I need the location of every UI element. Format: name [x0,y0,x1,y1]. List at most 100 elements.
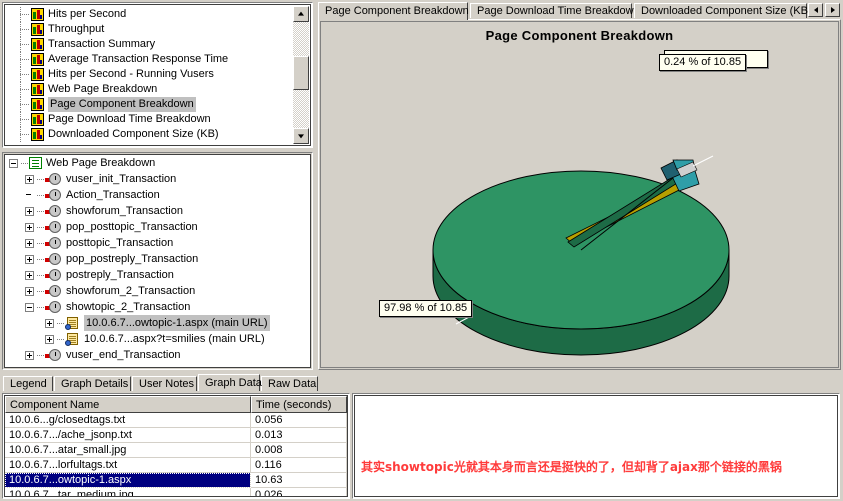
chart-icon [31,98,44,111]
list-item-label: Average Transaction Response Time [48,53,229,65]
transaction-icon [45,252,62,266]
tab-page-component-breakdown[interactable]: Page Component Breakdown [318,2,469,20]
tree-node[interactable]: showforum_2_Transaction [5,283,310,299]
tree-connector [37,299,45,315]
graph-data-grid[interactable]: Component Name Time (seconds) 10.0.6...g… [2,393,350,499]
expand-toggle[interactable] [25,254,34,264]
slice-callout-97-98[interactable]: 97.98 % of 10.85 [379,300,473,317]
cell-time: 0.116 [251,458,347,473]
cell-component-name: 10.0.6.7...lorfultags.txt [5,458,251,473]
expand-toggle[interactable] [25,174,34,184]
tree-connector [9,67,31,82]
tree-node-label: vuser_end_Transaction [66,349,181,361]
tree-node[interactable]: vuser_end_Transaction [5,347,310,363]
tab-legend[interactable]: Legend [3,376,53,391]
column-header-time[interactable]: Time (seconds) [251,396,347,413]
bottom-panel: Legend Graph Details User Notes Graph Da… [0,374,843,501]
tree-node-label: posttopic_Transaction [66,237,174,249]
expand-toggle[interactable] [25,238,34,248]
tree-node-label: postreply_Transaction [66,269,174,281]
tab-label: User Notes [139,378,195,390]
table-row[interactable]: 10.0.6.7...atar_small.jpg 0.008 [5,443,347,458]
list-item[interactable]: Hits per Second [7,7,291,22]
expand-toggle[interactable] [25,286,34,296]
column-header-component-name[interactable]: Component Name [5,396,251,413]
page-icon [65,332,80,346]
expand-toggle[interactable] [45,334,54,344]
tab-label: Raw Data [268,378,317,390]
expand-toggle[interactable] [45,318,54,328]
slice-callout-label: 0.24 % of 10.85 [664,56,742,68]
pie-chart[interactable]: 0.24 % of 10.85 97.98 % of 10.85 [321,48,838,367]
list-item[interactable]: Transaction Summary [7,37,291,52]
tree-connector [37,171,45,187]
tab-user-notes[interactable]: User Notes [132,376,197,391]
cell-time: 0.056 [251,413,347,428]
list-item-label: Throughput [48,23,105,35]
list-item[interactable]: Downloaded Component Size (KB) [7,127,291,142]
list-item[interactable]: Average Transaction Response Time [7,52,291,67]
lr-analysis-window: Hits per Second Throughput Transaction S… [0,0,843,501]
tree-connector [9,112,31,127]
tab-graph-details[interactable]: Graph Details [54,376,131,391]
transaction-icon [45,300,62,314]
table-row-selected[interactable]: 10.0.6.7...owtopic-1.aspx 10.63 [5,473,347,488]
transaction-icon [45,268,62,282]
tab-graph-data[interactable]: Graph Data [198,374,262,391]
list-item[interactable]: Web Page Breakdown [7,82,291,97]
collapse-toggle[interactable] [25,302,34,312]
tree-node[interactable]: pop_posttopic_Transaction [5,219,310,235]
slice-callout-0-24[interactable]: 0.24 % of 10.85 [659,54,747,71]
tree-connector [9,52,31,67]
expand-toggle[interactable] [25,206,34,216]
chart-icon [31,113,44,126]
tree-node[interactable]: postreply_Transaction [5,267,310,283]
chart-canvas[interactable]: Page Component Breakdown 0.24 % of 10.85… [320,21,839,368]
table-row[interactable]: 10.0.6.7...tar_medium.jpg 0.026 [5,488,347,496]
tab-page-download-time-breakdown[interactable]: Page Download Time Breakdown [470,3,640,18]
tree-node-main-url-selected[interactable]: 10.0.6.7...owtopic-1.aspx (main URL) [5,315,310,331]
tab-downloaded-component-size[interactable]: Downloaded Component Size (KB) [634,3,812,18]
tab-scroll-right-button[interactable] [825,3,840,17]
expand-toggle[interactable] [25,350,34,360]
tree-node-label: Web Page Breakdown [46,157,156,169]
tree-node[interactable]: pop_postreply_Transaction [5,251,310,267]
expand-toggle[interactable] [25,222,34,232]
tree-node[interactable]: showforum_Transaction [5,203,310,219]
list-item[interactable]: Throughput [7,22,291,37]
cell-time: 0.008 [251,443,347,458]
tree-connector [37,267,45,283]
grid-header-row: Component Name Time (seconds) [5,396,347,413]
chart-body: Page Component Breakdown 0.24 % of 10.85… [318,19,841,370]
scrollbar-thumb[interactable] [293,56,309,90]
graph-list-scrollbar[interactable] [293,6,309,144]
tree-node-showtopic-2[interactable]: showtopic_2_Transaction [5,299,310,315]
tab-raw-data[interactable]: Raw Data [261,376,318,391]
transaction-tree[interactable]: Web Page Breakdown vuser_init_Transactio… [4,154,311,368]
cell-component-name: 10.0.6.7...owtopic-1.aspx [5,473,251,488]
tree-node-label: Action_Transaction [66,189,160,201]
tree-node[interactable]: Action_Transaction [5,187,310,203]
table-row[interactable]: 10.0.6.7...lorfultags.txt 0.116 [5,458,347,473]
scroll-up-button[interactable] [293,6,309,22]
table-row[interactable]: 10.0.6...g/closedtags.txt 0.056 [5,413,347,428]
tab-scroll-left-button[interactable] [808,3,823,17]
scroll-down-button[interactable] [293,128,309,144]
tree-node-label: pop_postreply_Transaction [66,253,199,265]
graph-list[interactable]: Hits per Second Throughput Transaction S… [4,4,311,146]
expand-toggle[interactable] [25,270,34,280]
tree-node-main-url[interactable]: 10.0.6.7...aspx?t=smilies (main URL) [5,331,310,347]
collapse-toggle[interactable] [9,158,18,168]
arrow-down-icon [298,134,304,139]
page-icon [65,316,80,330]
list-item-page-component-breakdown[interactable]: Page Component Breakdown [7,97,291,112]
tree-connector [37,283,45,299]
tree-node[interactable]: vuser_init_Transaction [5,171,310,187]
tree-root-icon [29,157,42,169]
tree-node[interactable]: posttopic_Transaction [5,235,310,251]
list-item[interactable]: Page Download Time Breakdown [7,112,291,127]
chart-icon [31,68,44,81]
tree-node-root[interactable]: Web Page Breakdown [5,155,310,171]
list-item[interactable]: Hits per Second - Running Vusers [7,67,291,82]
table-row[interactable]: 10.0.6.7.../ache_jsonp.txt 0.013 [5,428,347,443]
